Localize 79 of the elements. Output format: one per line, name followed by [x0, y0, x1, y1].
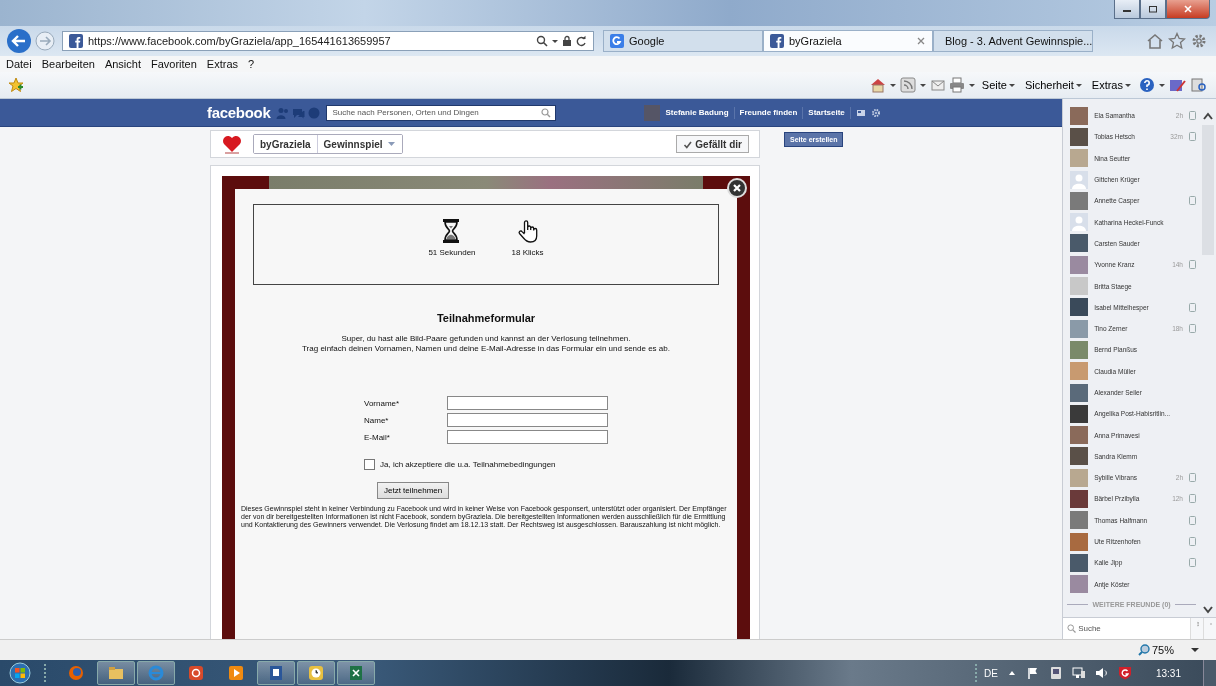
close-icon[interactable]: [916, 36, 926, 46]
menu-item[interactable]: ?: [248, 58, 255, 70]
nav-link[interactable]: Freunde finden: [739, 108, 798, 117]
flag-icon[interactable]: [1025, 666, 1040, 680]
close-icon: [731, 182, 743, 194]
caret-icon: [386, 140, 396, 148]
scroll-up-icon[interactable]: [1202, 111, 1214, 121]
form-title: Teilnahmeformular: [436, 312, 536, 324]
settings-icon[interactable]: [870, 107, 881, 118]
star-icon[interactable]: [1168, 32, 1186, 50]
device-icon[interactable]: [1048, 666, 1063, 680]
intro-text: Trag einfach deinen Vornamen, Namen und deine E-Mail-Adresse in das Formular ein und sende es ab.: [302, 344, 670, 354]
zoom-level[interactable]: 75%: [1151, 644, 1174, 656]
stat-label: 51 Sekunden: [428, 248, 476, 257]
home-icon[interactable]: [1146, 32, 1164, 50]
scroll-down-icon[interactable]: [1202, 605, 1214, 615]
command-button[interactable]: Sicherheit: [1021, 79, 1086, 91]
back-icon[interactable]: [6, 28, 32, 54]
google-icon: [610, 34, 624, 48]
speaker-icon[interactable]: [1094, 666, 1109, 680]
lock-icon: [562, 35, 572, 47]
language-indicator[interactable]: DE: [984, 667, 998, 679]
document-icon[interactable]: [257, 661, 295, 685]
submit-button[interactable]: Jetzt teilnehmen: [377, 482, 450, 499]
command-button[interactable]: Extras: [1088, 79, 1135, 91]
tab-dropdown[interactable]: Gewinnspiel: [316, 135, 402, 153]
printer-icon[interactable]: [948, 77, 965, 93]
tools-icon[interactable]: [1169, 77, 1187, 93]
checkbox-label[interactable]: Ja, ich akzeptiere die u.a. Teilnahmebedingungen: [380, 460, 556, 469]
minimize-button[interactable]: [1114, 0, 1140, 19]
nav-link[interactable]: Startseite: [808, 108, 845, 117]
browser-tab[interactable]: Google: [603, 30, 763, 52]
profile-link[interactable]: Stefanie Badung: [665, 108, 729, 117]
browser-tab[interactable]: Blog - 3. Advent Gewinnspie...: [933, 30, 1093, 52]
facebook-icon: [69, 34, 83, 48]
command-button[interactable]: Seite: [978, 79, 1019, 91]
heart-logo-icon[interactable]: [221, 133, 243, 155]
network-icon[interactable]: [1071, 666, 1086, 680]
menu-item[interactable]: Datei: [6, 58, 32, 70]
search-icon[interactable]: [536, 35, 548, 47]
menu-item[interactable]: Ansicht: [104, 58, 141, 70]
zoom-icon[interactable]: [1137, 644, 1150, 656]
clock-icon[interactable]: [297, 661, 335, 685]
research-icon[interactable]: [1190, 77, 1208, 93]
field-label: Vorname*: [364, 398, 400, 408]
intro-text: Super, du hast alle Bild-Paare gefunden und kannst an der Verlosung teilnehmen.: [340, 334, 632, 344]
close-icon: [1183, 5, 1193, 13]
shield-icon[interactable]: [1117, 666, 1132, 680]
search-field[interactable]: Suche nach Personen, Orten und Dingen: [326, 104, 557, 121]
input-field[interactable]: [447, 430, 608, 444]
home-icon[interactable]: [869, 77, 886, 93]
facebook-logo[interactable]: facebook: [207, 104, 271, 121]
favorites-star-icon[interactable]: [8, 77, 24, 93]
clock[interactable]: 13:31: [1155, 667, 1181, 679]
settings-icon[interactable]: [1190, 32, 1208, 50]
address-field[interactable]: https://www.facebook.com/byGraziela/app_165441613659957: [62, 31, 594, 51]
folder-icon[interactable]: [97, 661, 135, 685]
lists-icon[interactable]: [855, 107, 866, 118]
maximize-button[interactable]: [1140, 0, 1166, 19]
input-field[interactable]: [447, 396, 608, 410]
refresh-icon[interactable]: [575, 35, 587, 47]
facebook-icon: [770, 34, 784, 48]
field-label: E-Mail*: [364, 432, 390, 442]
field-label: Name*: [364, 415, 389, 425]
checkbox[interactable]: [364, 459, 375, 470]
maximize-icon: [1148, 5, 1158, 13]
check-icon: [683, 139, 693, 149]
menu-item[interactable]: Bearbeiten: [41, 58, 95, 70]
browser-tab[interactable]: byGraziela: [763, 30, 933, 52]
menu-item[interactable]: Extras: [206, 58, 239, 70]
feed-icon[interactable]: [899, 77, 916, 93]
chat-search-field[interactable]: Suche: [1063, 618, 1191, 639]
like-button[interactable]: Gefällt dir: [676, 135, 749, 153]
input-field[interactable]: [447, 413, 608, 427]
spreadsheet-icon[interactable]: [337, 661, 375, 685]
stat-label: 18 Klicks: [511, 248, 544, 257]
caret-icon[interactable]: [1190, 645, 1200, 655]
menu-item[interactable]: Favoriten: [151, 58, 197, 70]
help-icon[interactable]: [1139, 77, 1155, 93]
